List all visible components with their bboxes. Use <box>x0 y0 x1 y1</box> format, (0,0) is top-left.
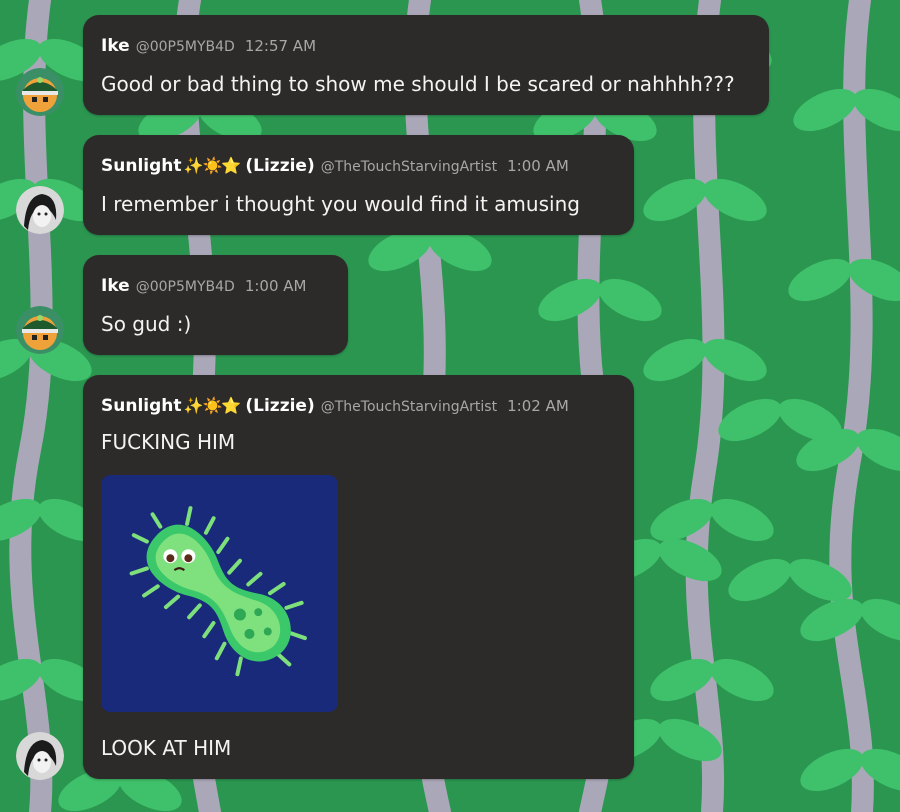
message-text: FUCKING HIM <box>101 430 236 454</box>
timestamp: 12:57 AM <box>244 37 317 55</box>
author-suffix: (Lizzie) <box>245 156 315 176</box>
author-name[interactable]: Sunlight <box>101 396 182 416</box>
author-suffix: (Lizzie) <box>245 396 315 416</box>
author-emoji: ✨☀️⭐ <box>183 396 242 415</box>
microbe-icon <box>101 475 338 712</box>
message-bubble: Ike @00P5MYB4D 12:57 AM Good or bad thing … <box>83 15 769 115</box>
message-text: I remember i thought you would find it a… <box>101 192 580 216</box>
message-text-followup: LOOK AT HIM <box>101 736 232 760</box>
message-bubble: Sunlight ✨☀️⭐ (Lizzie) @TheTouchStarvingAr… <box>83 375 634 779</box>
author-name[interactable]: Ike <box>101 36 130 56</box>
avatar-sunlight[interactable] <box>16 732 64 780</box>
message-header: Ike @00P5MYB4D 12:57 AM <box>101 35 316 58</box>
sunlight-avatar-icon <box>16 186 64 234</box>
image-attachment[interactable] <box>101 475 338 712</box>
message-text: Good or bad thing to show me should I be… <box>101 72 735 96</box>
ike-avatar-icon <box>16 68 64 116</box>
message-bubble: Ike @00P5MYB4D 1:00 AM So gud :) <box>83 255 348 355</box>
timestamp: 1:02 AM <box>507 397 569 415</box>
author-handle: @00P5MYB4D <box>135 39 235 55</box>
message-header: Sunlight ✨☀️⭐ (Lizzie) @TheTouchStarvingAr… <box>101 155 569 178</box>
author-name[interactable]: Ike <box>101 276 130 296</box>
author-handle: @TheTouchStarvingArtist <box>320 399 498 415</box>
author-emoji: ✨☀️⭐ <box>183 156 242 175</box>
ike-avatar-icon <box>16 306 64 354</box>
author-name[interactable]: Sunlight <box>101 156 182 176</box>
timestamp: 1:00 AM <box>244 277 307 295</box>
timestamp: 1:00 AM <box>507 157 569 175</box>
message-text: So gud :) <box>101 312 192 336</box>
avatar-sunlight[interactable] <box>16 186 64 234</box>
message-header: Ike @00P5MYB4D 1:00 AM <box>101 275 306 298</box>
avatar-ike[interactable] <box>16 306 64 354</box>
message-bubble: Sunlight ✨☀️⭐ (Lizzie) @TheTouchStarvingAr… <box>83 135 634 235</box>
author-handle: @00P5MYB4D <box>135 279 235 295</box>
sunlight-avatar-icon <box>16 732 64 780</box>
message-header: Sunlight ✨☀️⭐ (Lizzie) @TheTouchStarvingAr… <box>101 395 569 418</box>
avatar-ike[interactable] <box>16 68 64 116</box>
author-handle: @TheTouchStarvingArtist <box>320 159 498 175</box>
